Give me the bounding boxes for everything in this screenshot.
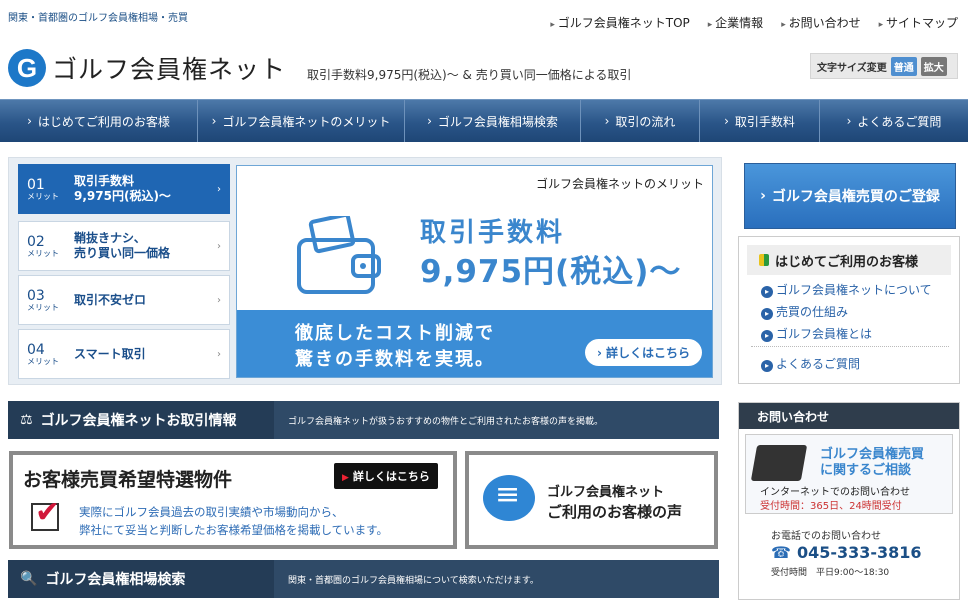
font-size-normal-button[interactable]: 普通 bbox=[890, 56, 917, 76]
section-trade-info: ⚖ ゴルフ会員権ネットお取引情報 ゴルフ会員権ネットが扱うおすすめの物件とご利用さ… bbox=[8, 401, 719, 439]
section-desc: ゴルフ会員権ネットが扱うおすすめの物件とご利用されたお客様の声を掲載。 bbox=[288, 416, 604, 427]
laptop-icon bbox=[750, 445, 808, 481]
chevron-right-icon: › bbox=[217, 183, 221, 195]
feature-label: 取引手数料 9,975円(税込)～ bbox=[74, 174, 171, 203]
link-about[interactable]: ゴルフ会員権ネットについて bbox=[761, 281, 932, 298]
card-line1: ゴルフ会員権ネット bbox=[547, 485, 665, 500]
first-time-box: はじめてご利用のお客様 ゴルフ会員権ネットについて 売買の仕組み ゴルフ会員権と… bbox=[738, 236, 960, 384]
checkbox-icon bbox=[31, 495, 60, 531]
section-desc: 関東・首都圏のゴルフ会員権相場について検索いただけます。 bbox=[288, 575, 539, 586]
contact-line4: 受付時間：365日、24時間受付 bbox=[760, 501, 902, 512]
feature-item-04[interactable]: 04 メリット スマート取引 › bbox=[18, 329, 230, 379]
feature-sub: メリット bbox=[27, 191, 59, 201]
details-button[interactable]: 詳しくはこちら bbox=[334, 463, 438, 489]
banner-title: ゴルフ会員権ネットのメリット bbox=[535, 177, 704, 191]
merit-features: 01 メリット 取引手数料 9,975円(税込)～ › 02 メリット 鞘抜きナシ、… bbox=[8, 157, 722, 385]
nav-item-fees[interactable]: 取引手数料 bbox=[700, 100, 820, 142]
nav-item-faq[interactable]: よくあるご質問 bbox=[820, 100, 968, 142]
wallet-icon bbox=[297, 216, 381, 294]
card-desc1: 実際にゴルフ会員過去の取引実績や市場動向から、 bbox=[79, 505, 344, 519]
gavel-icon: ⚖ bbox=[20, 412, 33, 428]
link-mechanism[interactable]: 売買の仕組み bbox=[761, 303, 848, 320]
site-logo[interactable]: G ゴルフ会員権ネット bbox=[8, 49, 286, 87]
banner-bottom: 徹底したコスト削減で 驚きの手数料を実現。 詳しくはこちら bbox=[237, 310, 712, 377]
slogan: 取引手数料9,975円(税込)～ & 売り買い同一価格による取引 bbox=[307, 68, 632, 82]
merit-banner[interactable]: ゴルフ会員権ネットのメリット 取引手数料 9,975円(税込)～ 徹底したコスト… bbox=[236, 165, 713, 378]
feature-item-03[interactable]: 03 メリット 取引不安ゼロ › bbox=[18, 275, 230, 325]
customer-voice-card[interactable]: ゴルフ会員権ネット ご利用のお客様の声 bbox=[465, 451, 718, 549]
chevron-right-icon: › bbox=[217, 348, 221, 360]
speech-bubble-icon bbox=[483, 475, 535, 521]
top-link-company[interactable]: 企業情報 bbox=[708, 14, 763, 31]
nav-item-merits[interactable]: ゴルフ会員権ネットのメリット bbox=[198, 100, 405, 142]
card-line2: ご利用のお客様の声 bbox=[547, 503, 683, 521]
top-link-sitemap[interactable]: サイトマップ bbox=[879, 14, 958, 31]
section-price-search: 🔍 ゴルフ会員権相場検索 関東・首都圏のゴルフ会員権相場について検索いただけます。 bbox=[8, 560, 719, 598]
card-desc2: 弊社にて妥当と判断したお客様希望価格を掲載しています。 bbox=[79, 523, 389, 537]
link-what-is[interactable]: ゴルフ会員権とは bbox=[761, 325, 872, 342]
section-title: ゴルフ会員権相場検索 bbox=[45, 572, 186, 588]
phone-label: お電話でのお問い合わせ bbox=[771, 531, 881, 542]
feature-item-01[interactable]: 01 メリット 取引手数料 9,975円(税込)～ › bbox=[18, 164, 230, 214]
phone-number[interactable]: 045-333-3816 bbox=[771, 543, 922, 562]
feature-sub: メリット bbox=[27, 302, 59, 312]
card-title: お客様売買希望特選物件 bbox=[23, 469, 233, 491]
top-link-contact[interactable]: お問い合わせ bbox=[781, 14, 861, 31]
divider bbox=[751, 346, 949, 347]
contact-box: お問い合わせ ゴルフ会員権売買 に関するご相談 インターネットでのお問い合わせ … bbox=[738, 402, 960, 600]
banner-sub2: 驚きの手数料を実現。 bbox=[295, 349, 495, 370]
chevron-right-icon: › bbox=[217, 240, 221, 252]
first-time-title: はじめてご利用のお客様 bbox=[775, 254, 919, 270]
chevron-right-icon: › bbox=[217, 294, 221, 306]
phone-hours: 受付時間 平日9:00～18:30 bbox=[771, 568, 890, 578]
nav-item-first-time[interactable]: はじめてご利用のお客様 bbox=[0, 100, 198, 142]
font-size-switcher: 文字サイズ変更 普通 拡大 bbox=[810, 53, 958, 79]
banner-more-button[interactable]: 詳しくはこちら bbox=[585, 339, 702, 366]
link-faq[interactable]: よくあるご質問 bbox=[761, 355, 860, 372]
nav-item-price-search[interactable]: ゴルフ会員権相場検索 bbox=[405, 100, 581, 142]
web-contact-banner[interactable]: ゴルフ会員権売買 に関するご相談 インターネットでのお問い合わせ 受付時間：36… bbox=[745, 434, 953, 514]
main-nav: はじめてご利用のお客様 ゴルフ会員権ネットのメリット ゴルフ会員権相場検索 取引… bbox=[0, 99, 968, 142]
contact-head: お問い合わせ bbox=[739, 403, 959, 429]
contact-line2: に関するご相談 bbox=[820, 463, 912, 478]
logo-mark-icon: G bbox=[8, 49, 46, 87]
section-head: ⚖ ゴルフ会員権ネットお取引情報 bbox=[8, 401, 274, 439]
banner-sub1: 徹底したコスト削減で bbox=[295, 323, 495, 344]
section-title: ゴルフ会員権ネットお取引情報 bbox=[40, 413, 237, 429]
font-size-label: 文字サイズ変更 bbox=[817, 62, 887, 74]
contact-line3: インターネットでのお問い合わせ bbox=[760, 487, 910, 498]
logo-text: ゴルフ会員権ネット bbox=[52, 55, 287, 84]
register-button[interactable]: ゴルフ会員権売買のご登録 bbox=[744, 163, 956, 229]
top-link-home[interactable]: ゴルフ会員権ネットTOP bbox=[550, 14, 690, 31]
feature-sub: メリット bbox=[27, 356, 59, 366]
beginner-icon bbox=[759, 254, 769, 266]
font-size-large-button[interactable]: 拡大 bbox=[920, 56, 947, 76]
section-head: 🔍 ゴルフ会員権相場検索 bbox=[8, 560, 274, 598]
nav-item-flow[interactable]: 取引の流れ bbox=[581, 100, 700, 142]
first-time-head: はじめてご利用のお客様 bbox=[747, 245, 951, 275]
feature-label: 鞘抜きナシ、 売り買い同一価格 bbox=[74, 231, 171, 260]
feature-item-02[interactable]: 02 メリット 鞘抜きナシ、 売り買い同一価格 › bbox=[18, 221, 230, 271]
feature-sub: メリット bbox=[27, 248, 59, 258]
banner-headline: 取引手数料 bbox=[420, 218, 566, 248]
site-tagline: 関東・首都圏のゴルフ会員権相場・売買 bbox=[8, 13, 188, 24]
banner-fee: 9,975円(税込)～ bbox=[420, 254, 682, 290]
top-links: ゴルフ会員権ネットTOP 企業情報 お問い合わせ サイトマップ bbox=[550, 14, 958, 31]
search-icon: 🔍 bbox=[20, 571, 38, 587]
feature-label: スマート取引 bbox=[74, 346, 146, 361]
featured-listings-card[interactable]: お客様売買希望特選物件 詳しくはこちら 実際にゴルフ会員過去の取引実績や市場動向… bbox=[9, 451, 457, 549]
feature-label: 取引不安ゼロ bbox=[74, 292, 147, 307]
